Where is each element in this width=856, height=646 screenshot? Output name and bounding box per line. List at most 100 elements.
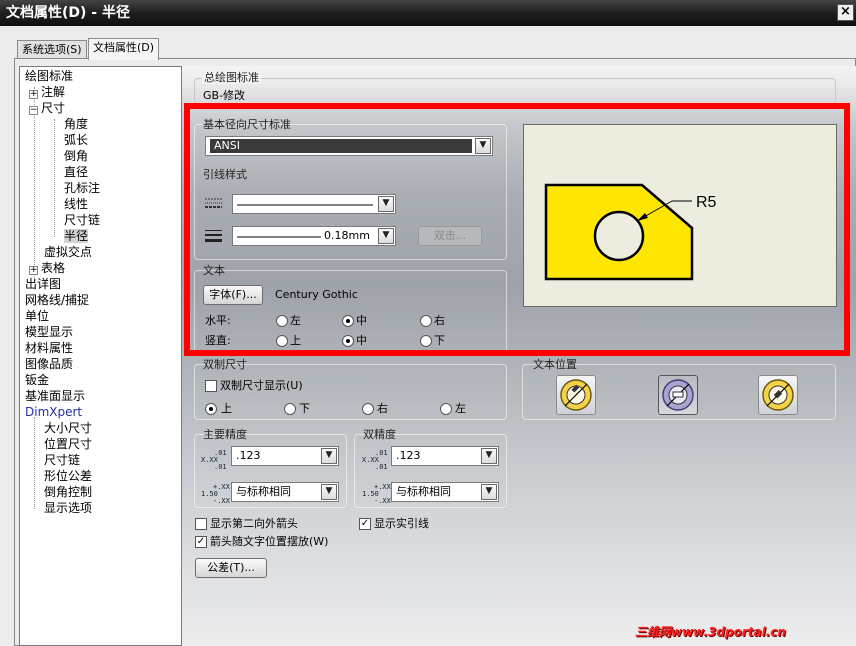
overall-standard-label: 总绘图标准	[202, 71, 261, 84]
tab-label: 文档属性(D)	[93, 41, 155, 54]
tree-item[interactable]: 尺寸链	[44, 452, 80, 468]
tree-item[interactable]: DimXpert	[25, 404, 82, 420]
tolerance-button-label: 公差(T)...	[207, 561, 255, 574]
tree-item[interactable]: 材料属性	[25, 340, 73, 356]
text-position-aligned-button[interactable]	[556, 375, 596, 415]
radio-v-middle-label: 中	[356, 334, 367, 347]
tree-item[interactable]: 直径	[64, 164, 88, 180]
tree-item-label: 基准面显示	[25, 389, 86, 403]
tree-item[interactable]: 网格线/捕捉	[25, 292, 89, 308]
primary-tolerance-precision-select[interactable]: 与标称相同 ▼	[231, 482, 339, 502]
tree-item[interactable]: 尺寸链	[64, 212, 100, 228]
tree-item[interactable]: 绘图标准	[25, 68, 73, 84]
chevron-down-icon[interactable]: ▼	[475, 138, 491, 154]
tab-label: 系统选项(S)	[22, 43, 82, 56]
precision-icon-sub: .01	[214, 463, 227, 471]
tree-item[interactable]: 倒角控制	[44, 484, 92, 500]
precision-icon-sub: .01	[375, 463, 388, 471]
tree-item-selected[interactable]: 半径	[64, 228, 89, 244]
settings-tree[interactable]: 绘图标准 + 注解 − 尺寸 角度 弧长 倒角 直径 孔标注 线性 尺寸链 半径 虚…	[19, 66, 182, 646]
expand-icon[interactable]: +	[29, 90, 38, 99]
collapse-icon[interactable]: −	[29, 106, 38, 115]
chevron-down-icon[interactable]: ▼	[321, 448, 337, 464]
tree-item[interactable]: 基准面显示	[25, 388, 85, 404]
chevron-down-icon[interactable]: ▼	[481, 448, 497, 464]
dual-precision-select[interactable]: .123 ▼	[391, 446, 499, 466]
tree-item-label: 大小尺寸	[44, 421, 93, 435]
base-standard-select[interactable]: ANSI ▼	[205, 136, 493, 156]
watermark-text: 三维网www.3dportal.cn	[635, 625, 786, 639]
tree-item[interactable]: 出详图	[25, 276, 61, 292]
tree-item-label: 倒角	[64, 149, 89, 163]
tree-item-label: 尺寸链	[44, 453, 81, 467]
radio-h-left[interactable]	[276, 315, 288, 327]
tree-item[interactable]: − 尺寸	[29, 100, 65, 116]
radio-h-right[interactable]	[420, 315, 432, 327]
tree-item-label: 形位公差	[44, 469, 93, 483]
expand-icon[interactable]: +	[29, 266, 38, 275]
tree-item[interactable]: 线性	[64, 196, 88, 212]
tree-item[interactable]: 形位公差	[44, 468, 92, 484]
text-inline-icon	[762, 379, 794, 411]
chevron-down-icon[interactable]: ▼	[481, 484, 497, 500]
radio-dual-left[interactable]	[440, 403, 452, 415]
tree-item[interactable]: 钣金	[25, 372, 49, 388]
tree-item[interactable]: + 表格	[29, 260, 65, 276]
tree-item[interactable]: 单位	[25, 308, 49, 324]
arrow-follow-label: 箭头随文字位置摆放(W)	[210, 535, 329, 548]
tree-item[interactable]: 显示选项	[44, 500, 92, 516]
text-horizontal-icon	[662, 379, 694, 411]
tree-item[interactable]: 位置尺寸	[44, 436, 92, 452]
tol-icon-sub: -.XX	[213, 497, 230, 505]
text-position-label: 文本位置	[533, 358, 577, 371]
primary-precision-select[interactable]: .123 ▼	[231, 446, 339, 466]
tree-item[interactable]: 弧长	[64, 132, 88, 148]
radio-dual-right[interactable]	[362, 403, 374, 415]
tree-item[interactable]: + 注解	[29, 84, 65, 100]
tree-item-label: 弧长	[64, 133, 89, 147]
tolerance-button[interactable]: 公差(T)...	[195, 558, 267, 578]
radio-v-middle[interactable]	[342, 335, 354, 347]
tree-item-label: 钣金	[25, 373, 50, 387]
dual-precision-value-icon: .01 X.XX .01	[362, 450, 388, 471]
chevron-down-icon[interactable]: ▼	[321, 484, 337, 500]
tab-document-properties[interactable]: 文档属性(D)	[88, 38, 160, 60]
radio-dual-top[interactable]	[205, 403, 217, 415]
text-position-horizontal-button[interactable]	[658, 375, 698, 415]
tree-item-label: 注解	[41, 85, 66, 99]
radio-v-top[interactable]	[276, 335, 288, 347]
solid-leader-checkbox[interactable]: ✓	[359, 518, 371, 530]
overall-standard-group	[194, 78, 836, 104]
font-button[interactable]: 字体(F)...	[203, 285, 263, 305]
dual-display-checkbox[interactable]	[205, 380, 217, 392]
tree-item[interactable]: 虚拟交点	[44, 244, 92, 260]
line-thickness-select[interactable]: 0.18mm ▼	[232, 226, 396, 246]
text-position-inline-button[interactable]	[758, 375, 798, 415]
tree-item[interactable]: 倒角	[64, 148, 88, 164]
close-button[interactable]: ×	[837, 4, 854, 21]
second-arrow-label: 显示第二向外箭头	[210, 517, 298, 530]
radio-dual-right-label: 右	[377, 402, 388, 415]
line-style-icon	[205, 198, 222, 208]
radio-h-center[interactable]	[342, 315, 354, 327]
solid-line-swatch	[237, 204, 373, 206]
tree-item-label: 孔标注	[64, 181, 101, 195]
chevron-down-icon[interactable]: ▼	[378, 228, 394, 244]
tree-item-label: 位置尺寸	[44, 437, 93, 451]
tree-item[interactable]: 角度	[64, 116, 88, 132]
tree-item[interactable]: 大小尺寸	[44, 420, 92, 436]
chevron-down-icon[interactable]: ▼	[378, 196, 394, 212]
arrow-follow-checkbox[interactable]: ✓	[195, 536, 207, 548]
tab-system-options[interactable]: 系统选项(S)	[17, 40, 87, 60]
radio-dual-bottom[interactable]	[284, 403, 296, 415]
dual-tolerance-precision-select[interactable]: 与标称相同 ▼	[391, 482, 499, 502]
tree-item[interactable]: 模型显示	[25, 324, 73, 340]
second-arrow-checkbox[interactable]	[195, 518, 207, 530]
tree-item[interactable]: 孔标注	[64, 180, 100, 196]
primary-tolerance-value: 与标称相同	[236, 485, 291, 498]
leader-style-label: 引线样式	[203, 168, 247, 181]
overall-standard-value: GB-修改	[203, 89, 246, 102]
radio-v-bottom[interactable]	[420, 335, 432, 347]
tree-item[interactable]: 图像品质	[25, 356, 73, 372]
line-style-select[interactable]: ▼	[232, 194, 396, 214]
